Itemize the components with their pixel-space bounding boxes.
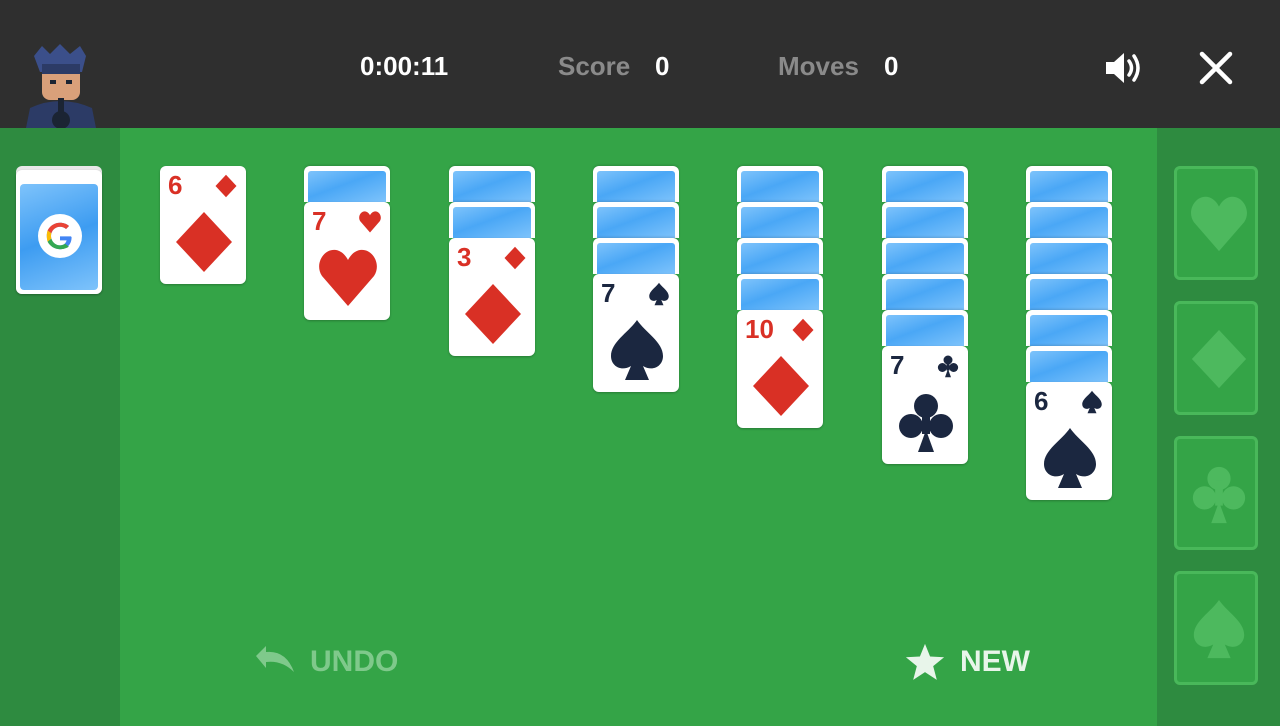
club-icon [937, 355, 959, 378]
card-rank: 7 [312, 206, 327, 236]
diamond-icon [215, 174, 237, 198]
face-down-card [1026, 166, 1112, 202]
face-up-card[interactable]: 3 [449, 238, 535, 356]
face-down-card [593, 202, 679, 238]
face-down-card [1026, 202, 1112, 238]
heart-icon [1191, 196, 1247, 252]
face-down-card [882, 202, 968, 238]
face-up-card[interactable]: 7 [593, 274, 679, 392]
face-down-card [1026, 274, 1112, 310]
card-rank: 6 [1034, 386, 1049, 416]
club-icon [1192, 466, 1246, 524]
face-down-card [737, 238, 823, 274]
heart-icon [359, 211, 381, 233]
new-game-button[interactable]: NEW [902, 640, 1030, 684]
face-down-card [737, 166, 823, 202]
card-rank: 7 [601, 278, 616, 308]
diamond-icon [465, 284, 521, 344]
undo-button[interactable]: UNDO [252, 640, 398, 684]
face-down-card [304, 166, 390, 202]
diamond-icon [792, 318, 814, 342]
top-bar: 0:00:11 Score 0 Moves 0 [0, 0, 1280, 128]
player-avatar [20, 42, 102, 128]
stock-pile[interactable] [16, 166, 102, 294]
spade-icon [1193, 599, 1245, 659]
score-value: 0 [655, 51, 670, 81]
close-button[interactable] [1192, 44, 1240, 92]
star-icon [905, 643, 945, 680]
face-down-card [593, 166, 679, 202]
face-up-card[interactable]: 6 [1026, 382, 1112, 500]
card-rank: 10 [745, 314, 774, 344]
foundation-spade[interactable] [1174, 571, 1258, 685]
diamond-icon [504, 246, 526, 270]
face-up-card[interactable]: 10 [737, 310, 823, 428]
moves-value: 0 [884, 51, 899, 81]
face-up-card[interactable]: 6 [160, 166, 246, 284]
undo-icon [256, 646, 294, 672]
foundation-diamond[interactable] [1174, 301, 1258, 415]
face-down-card [1026, 346, 1112, 382]
spade-icon [611, 320, 663, 380]
foundation-heart[interactable] [1174, 166, 1258, 280]
diamond-icon [1191, 329, 1247, 389]
face-down-card [737, 274, 823, 310]
game-timer: 0:00:11 [360, 51, 449, 81]
foundation-club[interactable] [1174, 436, 1258, 550]
face-down-card [1026, 310, 1112, 346]
diamond-icon [753, 356, 809, 416]
card-rank: 3 [457, 242, 472, 272]
undo-label: UNDO [310, 645, 399, 678]
face-up-card[interactable]: 7 [882, 346, 968, 464]
spade-icon [1044, 428, 1096, 488]
face-down-card [882, 238, 968, 274]
spade-icon [649, 282, 669, 306]
face-down-card [882, 274, 968, 310]
card-rank: 7 [890, 350, 905, 380]
score-label: Score [558, 51, 631, 81]
club-icon [899, 394, 953, 452]
face-down-card [882, 310, 968, 346]
sound-toggle-button[interactable] [1100, 44, 1148, 92]
close-icon [1199, 51, 1233, 85]
diamond-icon [176, 212, 232, 272]
heart-icon [319, 249, 377, 306]
new-game-label: NEW [960, 645, 1030, 678]
face-up-card[interactable]: 7 [304, 202, 390, 320]
speaker-icon [1106, 53, 1140, 83]
face-down-card [593, 238, 679, 274]
face-down-card [737, 202, 823, 238]
face-down-card [449, 202, 535, 238]
google-g-icon [38, 214, 82, 258]
card-rank: 6 [168, 170, 183, 200]
moves-label: Moves [778, 51, 859, 81]
face-down-card [1026, 238, 1112, 274]
face-down-card [449, 166, 535, 202]
face-down-card [882, 166, 968, 202]
spade-icon [1082, 390, 1102, 414]
